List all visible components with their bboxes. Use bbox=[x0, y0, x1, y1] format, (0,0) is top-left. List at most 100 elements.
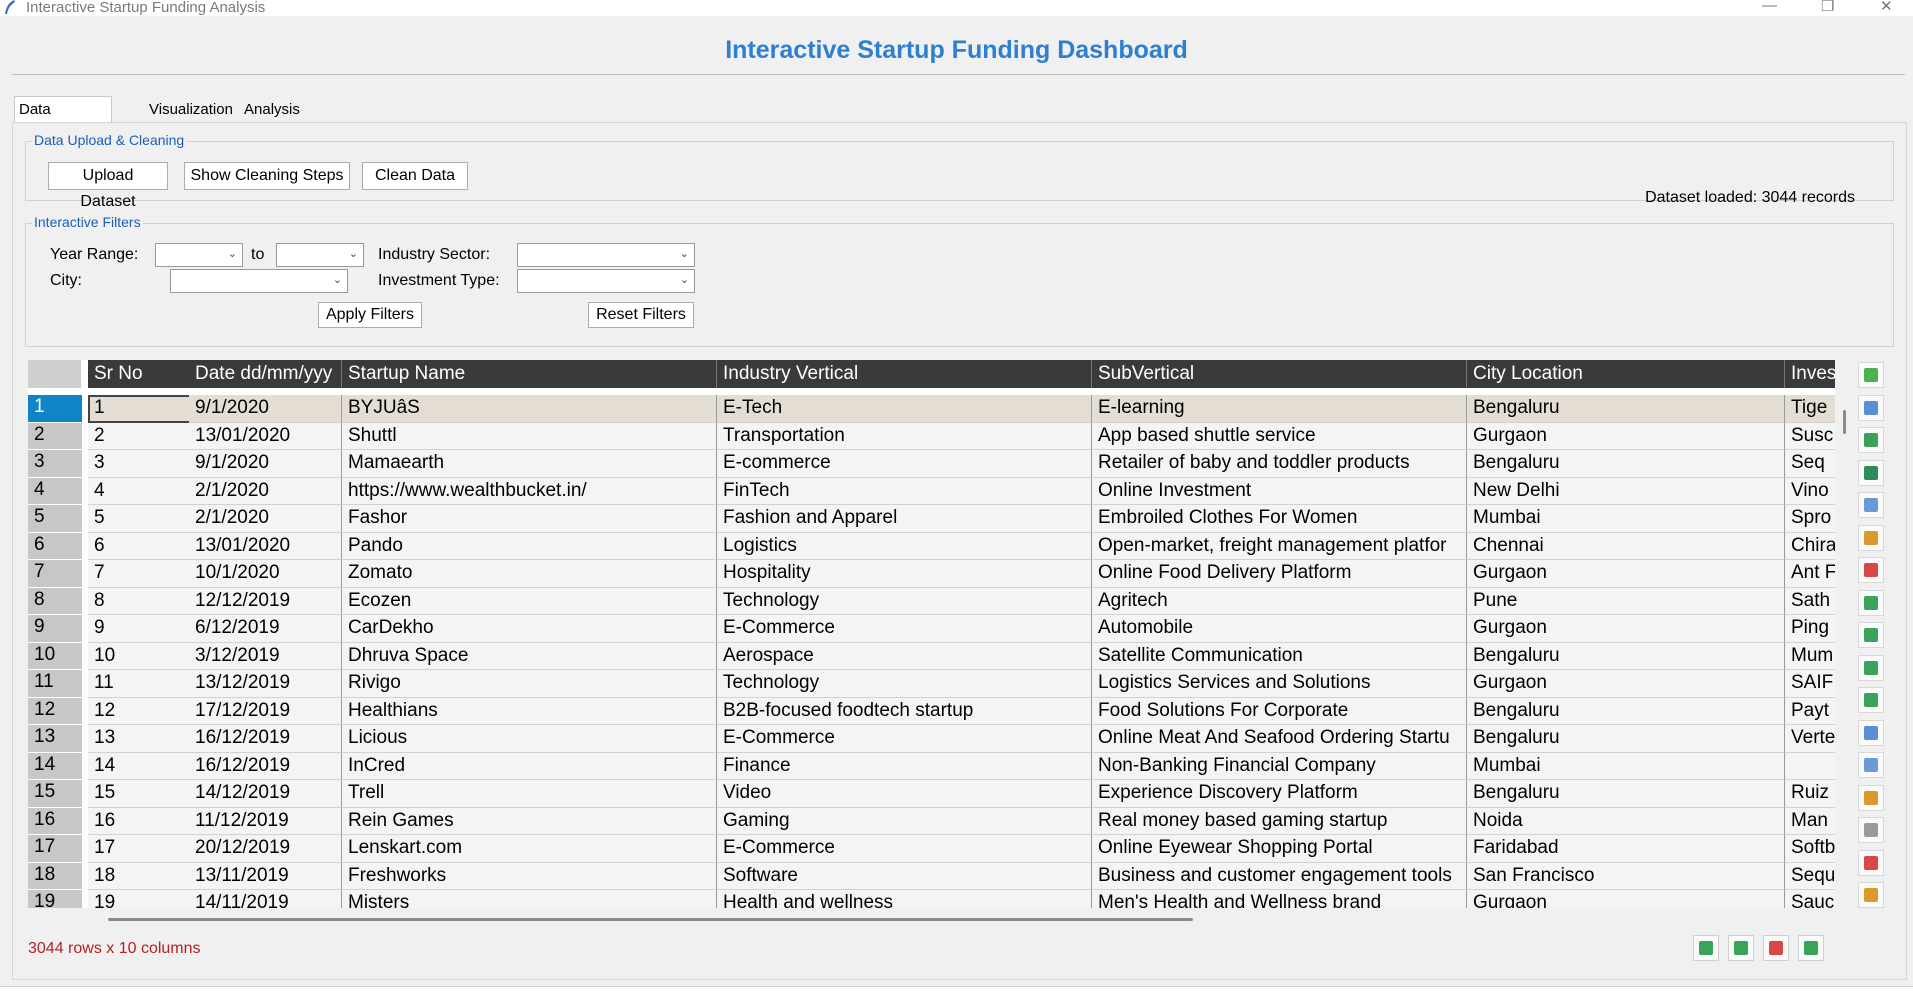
save-as-button[interactable] bbox=[1858, 394, 1884, 421]
table-cell[interactable]: https://www.wealthbucket.in/ bbox=[342, 477, 717, 505]
column-header[interactable]: Industry Vertical bbox=[717, 360, 1092, 388]
table-cell[interactable]: Bengaluru bbox=[1467, 697, 1785, 725]
zoom-in-button[interactable] bbox=[1798, 935, 1824, 961]
table-cell[interactable]: Gaming bbox=[717, 807, 1092, 835]
table-cell[interactable]: Ruiz bbox=[1785, 780, 1835, 808]
document-button[interactable] bbox=[1858, 784, 1884, 811]
table-cell[interactable]: Freshworks bbox=[342, 862, 717, 890]
row-header[interactable]: 6 bbox=[28, 532, 82, 560]
table-cell[interactable]: Fashion and Apparel bbox=[717, 505, 1092, 533]
table-cell[interactable]: 16/12/2019 bbox=[189, 725, 342, 753]
table-cell[interactable]: 16/12/2019 bbox=[189, 752, 342, 780]
table-cell[interactable]: New Delhi bbox=[1467, 477, 1785, 505]
table-cell[interactable]: 18 bbox=[88, 862, 192, 890]
table-row[interactable]: 19 19 14/11/2019 Misters Health and wellness… bbox=[28, 890, 1835, 908]
row-header[interactable]: 1 bbox=[28, 395, 82, 423]
table-cell[interactable]: Fashor bbox=[342, 505, 717, 533]
row-header[interactable]: 12 bbox=[28, 697, 82, 725]
duplicate-button[interactable] bbox=[1858, 752, 1884, 778]
table-cell[interactable]: Lenskart.com bbox=[342, 835, 717, 863]
clean-data-button[interactable]: Clean Data bbox=[362, 162, 468, 190]
table-cell[interactable]: Softb bbox=[1785, 835, 1835, 863]
table-cell[interactable]: Aerospace bbox=[717, 642, 1092, 670]
row-header[interactable]: 3 bbox=[28, 450, 82, 478]
table-cell[interactable]: 4 bbox=[88, 477, 192, 505]
table-cell[interactable]: Rein Games bbox=[342, 807, 717, 835]
table-cell[interactable]: Technology bbox=[717, 670, 1092, 698]
chart-button[interactable] bbox=[1858, 719, 1884, 746]
table-cell[interactable]: 10 bbox=[88, 642, 192, 670]
row-header[interactable]: 14 bbox=[28, 752, 82, 780]
table-cell[interactable]: Gurgaon bbox=[1467, 670, 1785, 698]
table-cell[interactable]: Food Solutions For Corporate bbox=[1092, 697, 1467, 725]
table-cell[interactable]: SAIF bbox=[1785, 670, 1835, 698]
table-cell[interactable]: 3/12/2019 bbox=[189, 642, 342, 670]
table-cell[interactable]: Healthians bbox=[342, 697, 717, 725]
transform-button[interactable] bbox=[1858, 589, 1884, 616]
reset-filters-button[interactable]: Reset Filters bbox=[588, 302, 694, 328]
table-cell[interactable]: Embroiled Clothes For Women bbox=[1092, 505, 1467, 533]
table-cell[interactable]: Software bbox=[717, 862, 1092, 890]
table-row[interactable]: 8 8 12/12/2019 Ecozen Technology Agritech Pune… bbox=[28, 587, 1835, 615]
minimize-button[interactable]: — bbox=[1762, 0, 1777, 14]
row-header[interactable]: 9 bbox=[28, 615, 82, 643]
table-cell[interactable]: Trell bbox=[342, 780, 717, 808]
table-cell[interactable]: Satellite Communication bbox=[1092, 642, 1467, 670]
close-button[interactable]: ✕ bbox=[1880, 0, 1893, 15]
calculator-button[interactable] bbox=[1858, 817, 1884, 843]
table-cell[interactable]: 11 bbox=[88, 670, 192, 698]
table-cell[interactable]: Online Eyewear Shopping Portal bbox=[1092, 835, 1467, 863]
table-cell[interactable]: Automobile bbox=[1092, 615, 1467, 643]
table-cell[interactable]: Man bbox=[1785, 807, 1835, 835]
table-cell[interactable]: Business and customer engagement tools bbox=[1092, 862, 1467, 890]
table-cell[interactable]: Chira bbox=[1785, 532, 1835, 560]
table-cell[interactable]: Bengaluru bbox=[1467, 780, 1785, 808]
table-row[interactable]: 16 16 11/12/2019 Rein Games Gaming Real money… bbox=[28, 807, 1835, 835]
row-header[interactable]: 7 bbox=[28, 560, 82, 588]
column-header[interactable]: SubVertical bbox=[1092, 360, 1467, 388]
table-cell[interactable]: Rivigo bbox=[342, 670, 717, 698]
table-row[interactable]: 5 5 2/1/2020 Fashor Fashion and Apparel Embro… bbox=[28, 505, 1835, 533]
table-row[interactable]: 13 13 16/12/2019 Licious E-Commerce Online Me… bbox=[28, 725, 1835, 753]
table-cell[interactable]: Sauc bbox=[1785, 890, 1835, 908]
table-cell[interactable]: Verte bbox=[1785, 725, 1835, 753]
table-row[interactable]: 12 12 17/12/2019 Healthians B2B-focused food… bbox=[28, 697, 1835, 725]
upload-dataset-button[interactable]: Upload Dataset bbox=[48, 162, 168, 210]
copy-button[interactable] bbox=[1858, 492, 1884, 518]
table-cell[interactable]: 14/11/2019 bbox=[189, 890, 342, 908]
excel-button[interactable] bbox=[1858, 459, 1884, 486]
plot-button[interactable] bbox=[1858, 557, 1884, 583]
table-cell[interactable]: E-Commerce bbox=[717, 835, 1092, 863]
table-cell[interactable]: Health and wellness bbox=[717, 890, 1092, 908]
table-cell[interactable]: Chennai bbox=[1467, 532, 1785, 560]
table-cell[interactable]: Logistics Services and Solutions bbox=[1092, 670, 1467, 698]
column-header[interactable]: Inves bbox=[1785, 360, 1835, 388]
table-cell[interactable]: 13/01/2020 bbox=[189, 422, 342, 450]
table-cell[interactable]: Pando bbox=[342, 532, 717, 560]
table-cell[interactable]: 8 bbox=[88, 587, 192, 615]
table-cell[interactable]: Payt bbox=[1785, 697, 1835, 725]
table-cell[interactable]: App based shuttle service bbox=[1092, 422, 1467, 450]
table-cell[interactable]: 2/1/2020 bbox=[189, 505, 342, 533]
table-corner[interactable] bbox=[28, 360, 82, 388]
table-cell[interactable]: Pune bbox=[1467, 587, 1785, 615]
table-cell[interactable]: 16 bbox=[88, 807, 192, 835]
row-header[interactable]: 5 bbox=[28, 505, 82, 533]
table-cell[interactable]: Bengaluru bbox=[1467, 450, 1785, 478]
table-row[interactable]: 14 14 16/12/2019 InCred Finance Non-Banking F… bbox=[28, 752, 1835, 780]
row-header[interactable]: 19 bbox=[28, 890, 82, 908]
table-row[interactable]: 7 7 10/1/2020 Zomato Hospitality Online Food … bbox=[28, 560, 1835, 588]
table-cell[interactable]: Sequ bbox=[1785, 862, 1835, 890]
row-header[interactable]: 17 bbox=[28, 835, 82, 863]
table-cell[interactable]: 13/12/2019 bbox=[189, 670, 342, 698]
table-cell[interactable]: Agritech bbox=[1092, 587, 1467, 615]
year-to-select[interactable]: ⌄ bbox=[276, 243, 364, 267]
table-cell[interactable]: Seq bbox=[1785, 450, 1835, 478]
row-header[interactable]: 11 bbox=[28, 670, 82, 698]
table-cell[interactable]: E-commerce bbox=[717, 450, 1092, 478]
table-cell[interactable]: Open-market, freight management platfor bbox=[1092, 532, 1467, 560]
table-cell[interactable]: Non-Banking Financial Company bbox=[1092, 752, 1467, 780]
column-header[interactable]: Startup Name bbox=[342, 360, 717, 388]
table-row[interactable]: 6 6 13/01/2020 Pando Logistics Open-market, f… bbox=[28, 532, 1835, 560]
table-cell[interactable]: Ant F bbox=[1785, 560, 1835, 588]
